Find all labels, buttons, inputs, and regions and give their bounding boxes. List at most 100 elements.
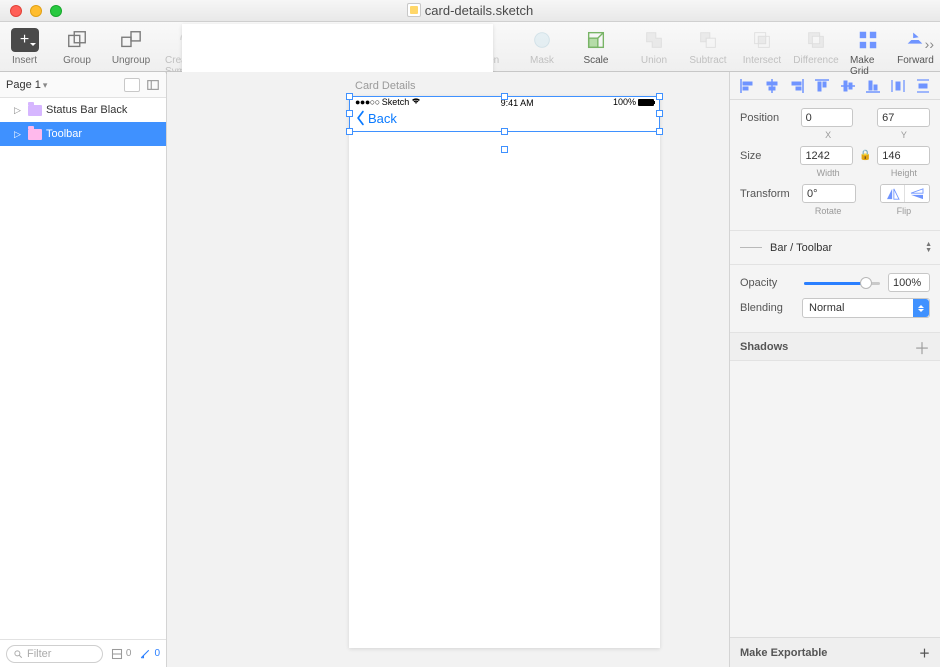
- page-label: Page 1: [6, 79, 41, 91]
- rotate-input[interactable]: 0°: [802, 184, 856, 203]
- resize-handle[interactable]: [656, 93, 663, 100]
- shadows-section-header[interactable]: Shadows ＋: [730, 333, 940, 361]
- size-label: Size: [740, 150, 794, 162]
- width-sublabel: Width: [802, 168, 854, 178]
- x-sublabel: X: [802, 130, 854, 140]
- window-titlebar: card-details.sketch: [0, 0, 940, 22]
- distribute-v-button[interactable]: [914, 77, 932, 95]
- geometry-section: Position 0 67 XY Size 1242 🔒 146 WidthHe…: [730, 100, 940, 231]
- shadows-label: Shadows: [740, 341, 788, 353]
- layer-view-toggle[interactable]: [124, 78, 140, 92]
- mask-label: Mask: [530, 55, 554, 66]
- layers-footer: Filter 0 0: [0, 639, 166, 667]
- export-count-value: 0: [154, 648, 160, 659]
- align-left-button[interactable]: [738, 77, 756, 95]
- height-sublabel: Height: [878, 168, 930, 178]
- layer-row-toolbar[interactable]: ▷ Toolbar: [0, 122, 166, 146]
- group-button[interactable]: Group: [53, 26, 101, 66]
- lock-aspect-button[interactable]: 🔒: [859, 150, 871, 161]
- export-count[interactable]: 0: [139, 648, 160, 660]
- ungroup-button[interactable]: Ungroup: [107, 26, 155, 66]
- canvas-artboard[interactable]: ●●●○○ Sketch 9:41 AM 100% Back: [349, 96, 660, 648]
- transform-label: Transform: [740, 188, 796, 200]
- add-export-button[interactable]: ＋: [919, 645, 930, 661]
- align-bottom-button[interactable]: [864, 77, 882, 95]
- close-window-button[interactable]: [10, 5, 22, 17]
- search-icon: [13, 649, 23, 659]
- knife-icon: [139, 648, 151, 660]
- intersect-icon: [748, 26, 776, 54]
- folder-icon: [28, 129, 42, 140]
- width-input[interactable]: 1242: [800, 146, 853, 165]
- layers-panel: Page 1▾ ▽ Card Details ▷ Status Bar Blac…: [0, 72, 167, 667]
- make-grid-label: Make Grid: [850, 55, 887, 77]
- make-grid-button[interactable]: Make Grid: [850, 26, 887, 77]
- canvas-artboard-label[interactable]: Card Details: [355, 80, 416, 92]
- align-hcenter-button[interactable]: [763, 77, 781, 95]
- disclosure-closed-icon[interactable]: ▷: [14, 105, 24, 116]
- panel-collapse-icon[interactable]: [146, 78, 160, 92]
- selection-box[interactable]: [349, 96, 660, 132]
- union-button[interactable]: Union: [630, 26, 678, 66]
- select-arrows-icon: [913, 299, 929, 317]
- difference-button[interactable]: Difference: [792, 26, 840, 66]
- forward-label: Forward: [897, 55, 934, 66]
- align-right-button[interactable]: [788, 77, 806, 95]
- filter-input[interactable]: Filter: [6, 645, 103, 663]
- blending-select[interactable]: Normal: [802, 298, 930, 318]
- insert-label: Insert: [12, 55, 37, 66]
- scale-button[interactable]: Scale: [572, 26, 620, 66]
- shared-style-name: Bar / Toolbar: [770, 242, 832, 254]
- layer-row-statusbar[interactable]: ▷ Status Bar Black: [0, 98, 166, 122]
- position-y-input[interactable]: 67: [877, 108, 930, 127]
- intersect-label: Intersect: [743, 55, 781, 66]
- opacity-slider[interactable]: [804, 276, 880, 290]
- document-title: card-details.sketch: [0, 3, 940, 18]
- rotate-handle[interactable]: [501, 146, 508, 153]
- scale-label: Scale: [583, 55, 608, 66]
- layer-tree: ▽ Card Details ▷ Status Bar Black ▷ Tool…: [0, 98, 166, 639]
- page-selector[interactable]: Page 1▾: [0, 72, 166, 98]
- flip-vertical-button[interactable]: [905, 185, 929, 202]
- subtract-icon: [694, 26, 722, 54]
- slice-count-value: 0: [126, 648, 132, 659]
- mask-button[interactable]: Mask: [518, 26, 566, 66]
- resize-handle[interactable]: [501, 128, 508, 135]
- resize-handle[interactable]: [346, 93, 353, 100]
- make-exportable-section[interactable]: Make Exportable ＋: [730, 637, 940, 667]
- add-shadow-button[interactable]: ＋: [914, 335, 930, 359]
- layer-name: Status Bar Black: [46, 104, 127, 116]
- resize-handle[interactable]: [346, 128, 353, 135]
- resize-handle[interactable]: [656, 128, 663, 135]
- position-x-input[interactable]: 0: [801, 108, 854, 127]
- appearance-section: Opacity 100% Blending Normal: [730, 265, 940, 333]
- resize-handle[interactable]: [501, 93, 508, 100]
- difference-label: Difference: [793, 55, 838, 66]
- align-top-button[interactable]: [813, 77, 831, 95]
- subtract-button[interactable]: Subtract: [684, 26, 732, 66]
- resize-handle[interactable]: [656, 110, 663, 117]
- stepper-icon[interactable]: ▲▼: [925, 242, 932, 254]
- distribute-h-button[interactable]: [889, 77, 907, 95]
- align-vcenter-button[interactable]: [839, 77, 857, 95]
- canvas[interactable]: Card Details ●●●○○ Sketch 9:41 AM 100%: [167, 72, 729, 667]
- folder-icon: [28, 105, 42, 116]
- height-input[interactable]: 146: [877, 146, 930, 165]
- ungroup-label: Ungroup: [112, 55, 150, 66]
- zoom-window-button[interactable]: [50, 5, 62, 17]
- y-sublabel: Y: [878, 130, 930, 140]
- insert-button[interactable]: + Insert: [6, 26, 43, 66]
- disclosure-closed-icon[interactable]: ▷: [14, 129, 24, 140]
- resize-handle[interactable]: [346, 110, 353, 117]
- toolbar-overflow-button[interactable]: ››: [925, 36, 934, 52]
- minimize-window-button[interactable]: [30, 5, 42, 17]
- slice-count[interactable]: 0: [111, 648, 132, 660]
- scale-icon: [582, 26, 610, 54]
- opacity-input[interactable]: 100%: [888, 273, 930, 292]
- grid-icon: [854, 26, 882, 54]
- blending-value: Normal: [809, 302, 844, 314]
- plus-icon: +: [11, 28, 39, 52]
- intersect-button[interactable]: Intersect: [738, 26, 786, 66]
- flip-horizontal-button[interactable]: [881, 185, 905, 202]
- shared-style-selector[interactable]: Bar / Toolbar ▲▼: [730, 231, 940, 265]
